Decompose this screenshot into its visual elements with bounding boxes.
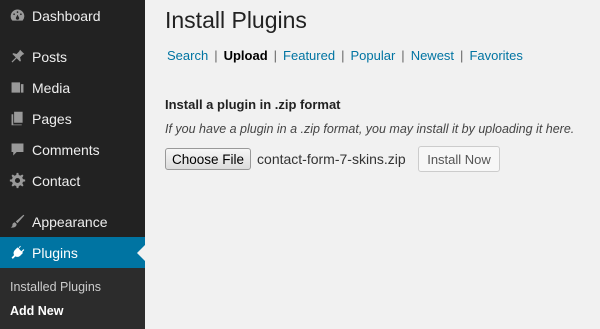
tab-upload[interactable]: Upload [224,48,268,63]
submenu-item-add-new[interactable]: Add New [10,304,63,318]
choose-file-button[interactable]: Choose File [165,148,252,170]
pages-icon [0,110,32,127]
sidebar-item-posts[interactable]: Posts [0,41,145,72]
tab-separator: | [273,48,278,63]
tab-popular[interactable]: Popular [350,48,395,63]
tab-search[interactable]: Search [167,48,208,63]
tab-separator: | [341,48,345,63]
upload-section-title: Install a plugin in .zip format [165,97,341,112]
submenu-item-installed-plugins[interactable]: Installed Plugins [10,280,101,294]
file-input: Choose File contact-form-7-skins.zip [165,148,406,170]
sidebar-item-dashboard[interactable]: Dashboard [0,0,145,31]
gear-icon [0,172,32,189]
comment-icon [0,141,32,158]
page-title: Install Plugins [165,7,307,33]
tab-separator: | [460,48,464,63]
pin-icon [0,48,32,65]
install-now-button[interactable]: Install Now [418,146,500,172]
dashboard-icon [0,7,32,24]
plug-icon [0,244,32,261]
sidebar-item-appearance[interactable]: Appearance [0,206,145,237]
sidebar-item-contact[interactable]: Contact [0,165,145,196]
plugins-submenu: Installed Plugins Add New [0,268,145,329]
main-content: Install Plugins Search | Upload | Featured… [145,0,600,329]
tab-newest[interactable]: Newest [411,48,454,63]
active-indicator [137,245,145,261]
sidebar-item-plugins[interactable]: Plugins [0,237,145,268]
tab-favorites[interactable]: Favorites [469,48,522,63]
sidebar-item-pages[interactable]: Pages [0,103,145,134]
tab-separator: | [401,48,405,63]
admin-sidebar: Dashboard Posts Media Pages Comments Con… [0,0,145,329]
brush-icon [0,213,32,230]
upload-description: If you have a plugin in a .zip format, y… [165,122,575,136]
selected-file-name: contact-form-7-skins.zip [257,151,406,167]
tab-separator: | [214,48,218,63]
sidebar-item-media[interactable]: Media [0,72,145,103]
tab-featured[interactable]: Featured [283,48,335,63]
install-tabs: Search | Upload | Featured | Popular | Newes… [167,48,523,63]
sidebar-item-comments[interactable]: Comments [0,134,145,165]
media-icon [0,79,32,96]
